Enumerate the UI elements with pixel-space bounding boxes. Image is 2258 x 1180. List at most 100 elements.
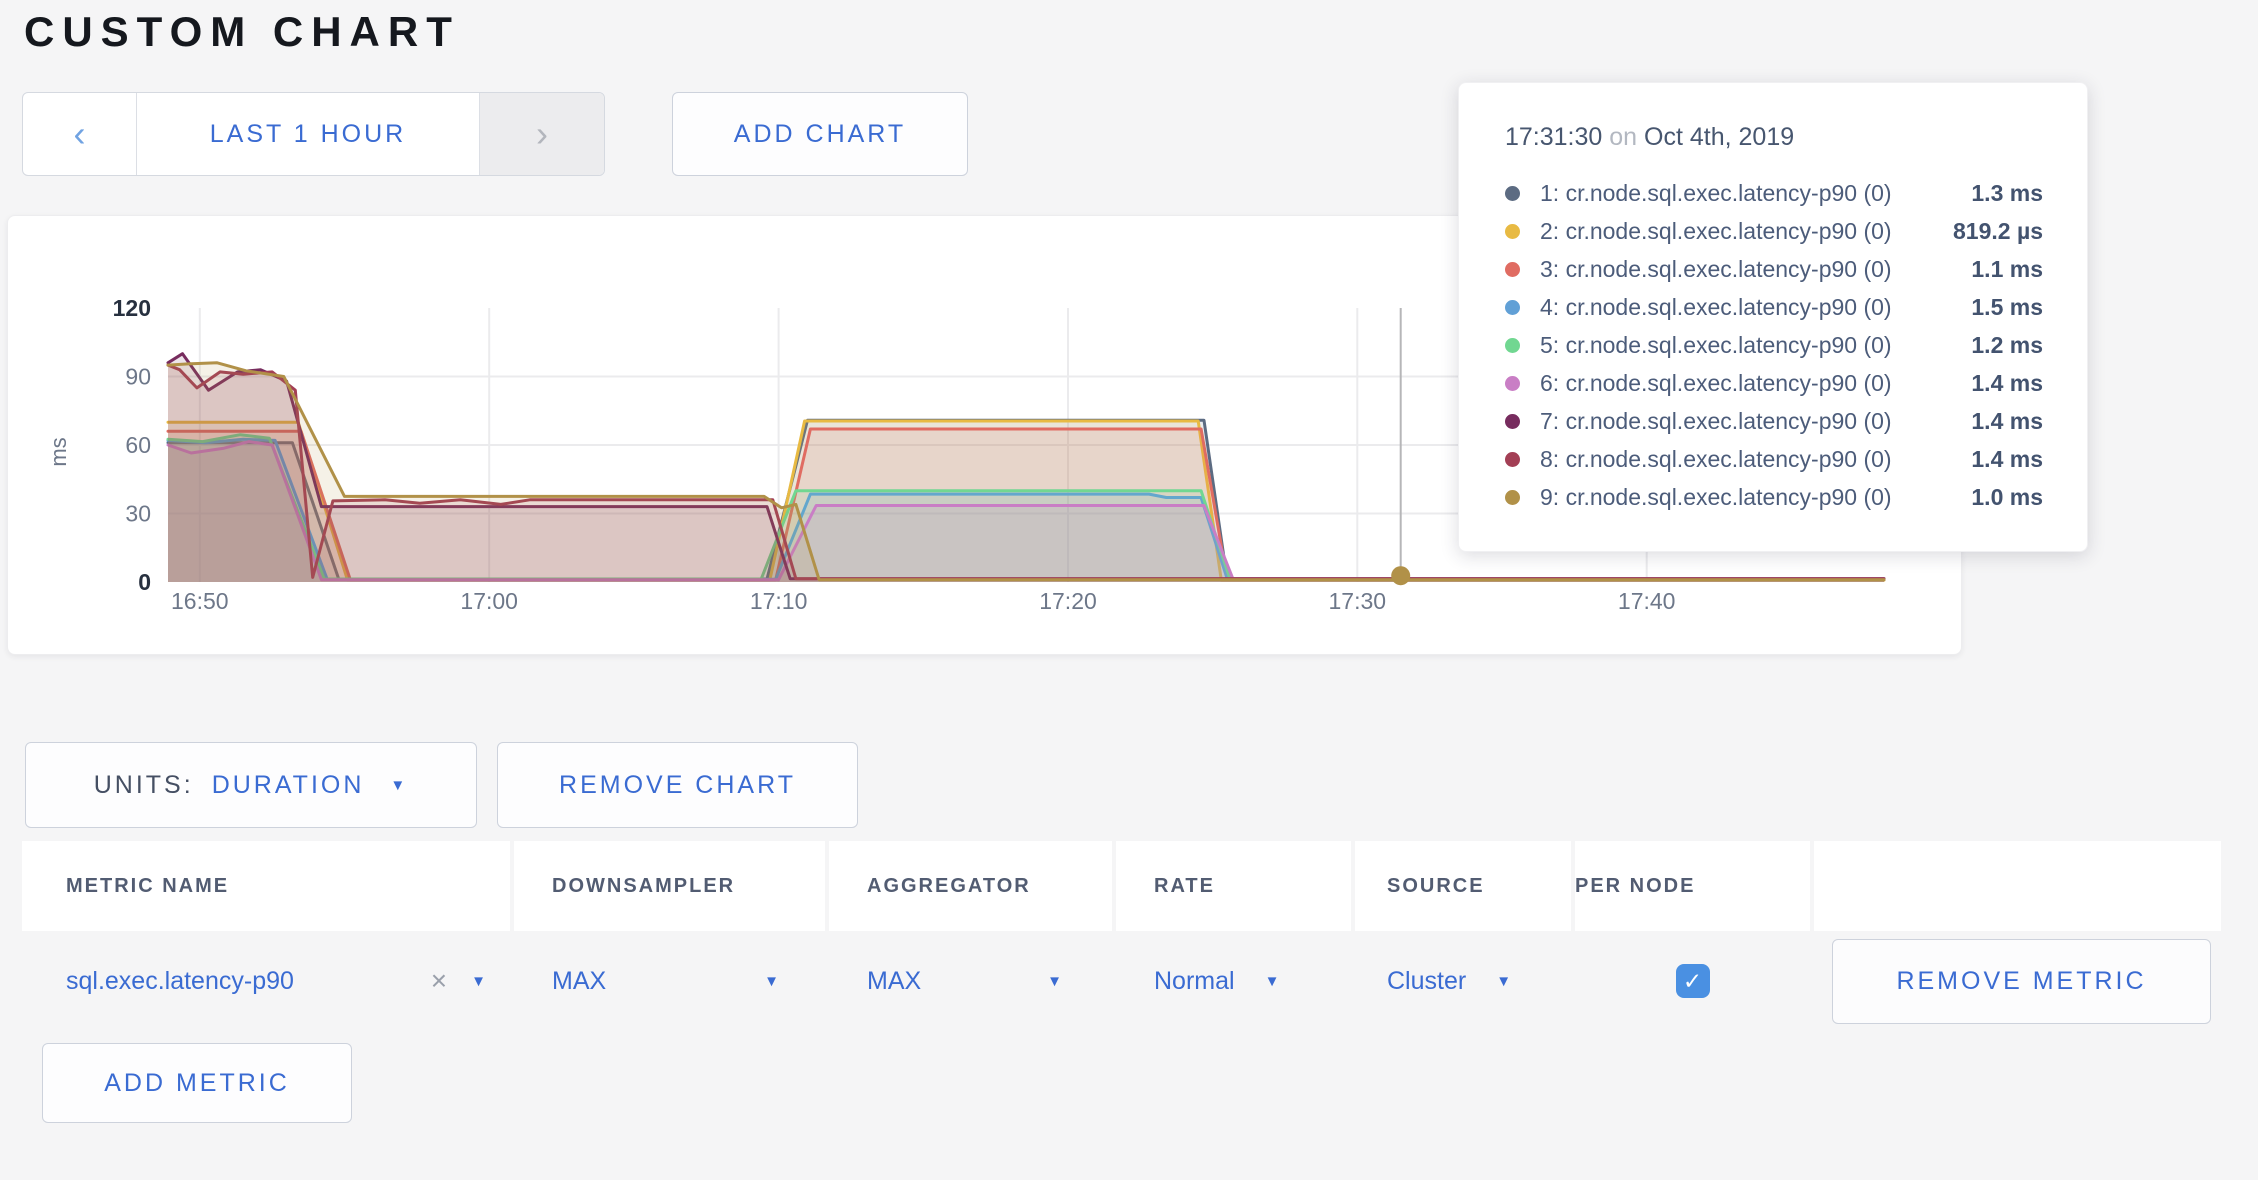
- check-icon: ✓: [1683, 968, 1702, 995]
- svg-text:ms: ms: [46, 437, 71, 466]
- header-downsampler: DOWNSAMPLER: [514, 841, 825, 931]
- series-color-dot-icon: [1505, 452, 1520, 467]
- chevron-down-icon: ▼: [1265, 974, 1280, 989]
- tooltip-series-row: 6: cr.node.sql.exec.latency-p90 (0)1.4 m…: [1505, 364, 2043, 402]
- series-color-dot-icon: [1505, 186, 1520, 201]
- svg-text:16:50: 16:50: [171, 588, 229, 614]
- metrics-table: METRIC NAME DOWNSAMPLER AGGREGATOR RATE …: [22, 841, 2228, 1031]
- aggregator-value: MAX: [867, 967, 921, 996]
- svg-text:0: 0: [138, 569, 151, 595]
- tooltip-time: 17:31:30: [1505, 123, 1602, 151]
- metric-name-cell: sql.exec.latency-p90 × ▼: [22, 931, 510, 1031]
- series-color-dot-icon: [1505, 414, 1520, 429]
- series-value: 1.4 ms: [1971, 370, 2043, 397]
- units-label: UNITS:: [94, 771, 194, 800]
- svg-text:60: 60: [125, 432, 151, 458]
- tooltip-series-row: 5: cr.node.sql.exec.latency-p90 (0)1.2 m…: [1505, 326, 2043, 364]
- header-aggregator: AGGREGATOR: [829, 841, 1112, 931]
- header-per-node: PER NODE: [1575, 841, 1810, 931]
- tooltip-series-row: 1: cr.node.sql.exec.latency-p90 (0)1.3 m…: [1505, 174, 2043, 212]
- actions-cell: REMOVE METRIC: [1814, 931, 2221, 1031]
- chevron-down-icon: ▼: [390, 778, 408, 793]
- per-node-checkbox[interactable]: ✓: [1676, 964, 1710, 998]
- chevron-down-icon: ▼: [1496, 974, 1511, 989]
- header-metric-name: METRIC NAME: [22, 841, 510, 931]
- tooltip-date: Oct 4th, 2019: [1644, 123, 1794, 151]
- series-value: 1.4 ms: [1971, 408, 2043, 435]
- downsampler-value: MAX: [552, 967, 606, 996]
- page-title: CUSTOM CHART: [24, 8, 460, 56]
- svg-text:17:30: 17:30: [1329, 588, 1387, 614]
- series-color-dot-icon: [1505, 490, 1520, 505]
- series-color-dot-icon: [1505, 224, 1520, 239]
- units-dropdown[interactable]: UNITS: DURATION ▼: [25, 742, 477, 828]
- metric-row: sql.exec.latency-p90 × ▼ MAX ▼ MAX ▼ Nor…: [22, 931, 2228, 1031]
- time-range-control: ‹ LAST 1 HOUR ›: [22, 92, 605, 176]
- tooltip-on-text: on: [1609, 123, 1637, 151]
- header-source: SOURCE: [1355, 841, 1571, 931]
- metric-name-value[interactable]: sql.exec.latency-p90: [66, 967, 294, 996]
- series-value: 1.5 ms: [1971, 294, 2043, 321]
- tooltip-series-row: 4: cr.node.sql.exec.latency-p90 (0)1.5 m…: [1505, 288, 2043, 326]
- series-value: 819.2 µs: [1953, 218, 2043, 245]
- tooltip-series-row: 3: cr.node.sql.exec.latency-p90 (0)1.1 m…: [1505, 250, 2043, 288]
- source-value: Cluster: [1387, 967, 1466, 996]
- svg-text:90: 90: [125, 364, 151, 390]
- header-actions: [1814, 841, 2221, 931]
- downsampler-dropdown[interactable]: MAX ▼: [514, 931, 825, 1031]
- series-label: 5: cr.node.sql.exec.latency-p90 (0): [1540, 332, 1971, 359]
- remove-chart-button[interactable]: REMOVE CHART: [497, 742, 858, 828]
- tooltip-series-row: 2: cr.node.sql.exec.latency-p90 (0)819.2…: [1505, 212, 2043, 250]
- rate-dropdown[interactable]: Normal ▼: [1116, 931, 1351, 1031]
- svg-text:30: 30: [125, 501, 151, 527]
- time-range-button[interactable]: LAST 1 HOUR: [137, 93, 479, 175]
- series-value: 1.1 ms: [1971, 256, 2043, 283]
- aggregator-dropdown[interactable]: MAX ▼: [829, 931, 1112, 1031]
- series-color-dot-icon: [1505, 338, 1520, 353]
- series-color-dot-icon: [1505, 262, 1520, 277]
- chevron-down-icon: ▼: [1047, 974, 1062, 989]
- header-rate: RATE: [1116, 841, 1351, 931]
- series-color-dot-icon: [1505, 300, 1520, 315]
- series-label: 6: cr.node.sql.exec.latency-p90 (0): [1540, 370, 1971, 397]
- series-label: 8: cr.node.sql.exec.latency-p90 (0): [1540, 446, 1971, 473]
- chart-hover-tooltip: 17:31:30 on Oct 4th, 2019 1: cr.node.sql…: [1458, 82, 2088, 552]
- svg-text:17:20: 17:20: [1039, 588, 1097, 614]
- add-metric-button[interactable]: ADD METRIC: [42, 1043, 352, 1123]
- series-value: 1.3 ms: [1971, 180, 2043, 207]
- series-label: 9: cr.node.sql.exec.latency-p90 (0): [1540, 484, 1971, 511]
- series-label: 4: cr.node.sql.exec.latency-p90 (0): [1540, 294, 1971, 321]
- svg-text:17:00: 17:00: [460, 588, 518, 614]
- metrics-table-header: METRIC NAME DOWNSAMPLER AGGREGATOR RATE …: [22, 841, 2228, 931]
- per-node-cell: ✓: [1575, 931, 1810, 1031]
- svg-text:17:10: 17:10: [750, 588, 808, 614]
- series-value: 1.0 ms: [1971, 484, 2043, 511]
- series-value: 1.2 ms: [1971, 332, 2043, 359]
- series-label: 7: cr.node.sql.exec.latency-p90 (0): [1540, 408, 1971, 435]
- tooltip-series-row: 7: cr.node.sql.exec.latency-p90 (0)1.4 m…: [1505, 402, 2043, 440]
- chevron-left-icon: ‹: [74, 113, 86, 155]
- rate-value: Normal: [1154, 967, 1235, 996]
- units-value: DURATION: [212, 771, 365, 800]
- add-chart-button[interactable]: ADD CHART: [672, 92, 968, 176]
- svg-text:17:40: 17:40: [1618, 588, 1676, 614]
- remove-metric-button[interactable]: REMOVE METRIC: [1832, 939, 2211, 1024]
- chevron-right-icon: ›: [536, 113, 548, 155]
- series-label: 2: cr.node.sql.exec.latency-p90 (0): [1540, 218, 1953, 245]
- tooltip-series-row: 8: cr.node.sql.exec.latency-p90 (0)1.4 m…: [1505, 440, 2043, 478]
- chevron-down-icon: ▼: [764, 974, 779, 989]
- time-range-next-button[interactable]: ›: [479, 93, 604, 175]
- clear-metric-icon[interactable]: ×: [431, 965, 447, 997]
- tooltip-series-list: 1: cr.node.sql.exec.latency-p90 (0)1.3 m…: [1505, 174, 2043, 516]
- chevron-down-icon[interactable]: ▼: [471, 974, 486, 989]
- time-range-label: LAST 1 HOUR: [210, 120, 406, 149]
- tooltip-timestamp: 17:31:30 on Oct 4th, 2019: [1505, 123, 2043, 152]
- series-color-dot-icon: [1505, 376, 1520, 391]
- tooltip-series-row: 9: cr.node.sql.exec.latency-p90 (0)1.0 m…: [1505, 478, 2043, 516]
- source-dropdown[interactable]: Cluster ▼: [1355, 931, 1571, 1031]
- series-value: 1.4 ms: [1971, 446, 2043, 473]
- svg-text:120: 120: [113, 295, 151, 321]
- series-label: 3: cr.node.sql.exec.latency-p90 (0): [1540, 256, 1971, 283]
- series-label: 1: cr.node.sql.exec.latency-p90 (0): [1540, 180, 1971, 207]
- time-range-prev-button[interactable]: ‹: [23, 93, 137, 175]
